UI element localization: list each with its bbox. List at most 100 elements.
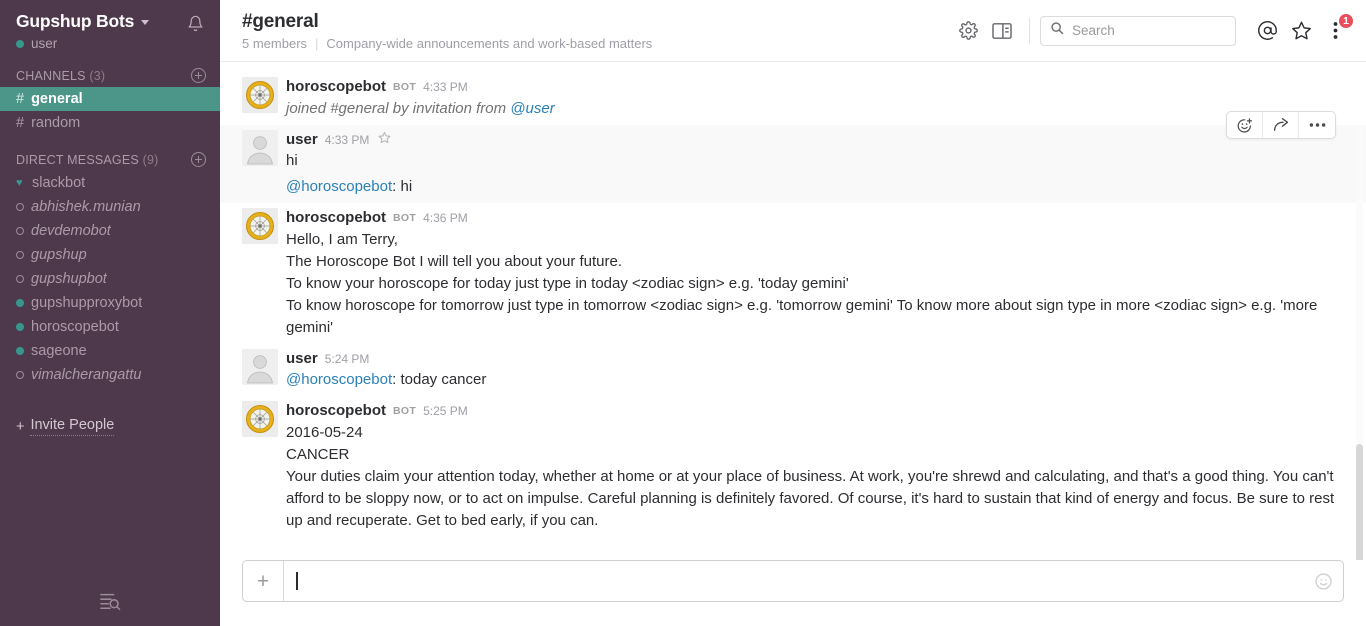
share-arrow-icon[interactable] <box>1263 112 1299 138</box>
echo-rest: : today cancer <box>392 371 487 388</box>
bot-mention[interactable]: @horoscopebot <box>286 178 392 195</box>
bot-mention[interactable]: @horoscopebot <box>286 371 392 388</box>
message-author[interactable]: user <box>286 349 318 368</box>
presence-dot-offline <box>16 275 24 283</box>
message-author[interactable]: user <box>286 130 318 149</box>
dm-section-header: DIRECT MESSAGES (9) <box>0 152 220 167</box>
channels-section-header: CHANNELS (3) <box>0 68 220 83</box>
channel-topbar: #general 5 members | Company-wide announ… <box>220 0 1366 62</box>
dm-item-horoscopebot[interactable]: horoscopebot <box>0 315 220 339</box>
message-author[interactable]: horoscopebot <box>286 401 386 420</box>
search-input[interactable] <box>1072 23 1226 38</box>
plus-icon[interactable]: + <box>243 561 284 601</box>
message-timestamp[interactable]: 4:36 PM <box>423 209 468 228</box>
message-composer[interactable]: + <box>242 560 1344 602</box>
add-reaction-icon[interactable] <box>1227 112 1263 138</box>
chevron-down-icon[interactable] <box>141 20 150 25</box>
topbar-actions: 1 <box>951 12 1354 48</box>
dm-item-gupshupbot[interactable]: gupshupbot <box>0 267 220 291</box>
search-icon <box>1050 21 1064 40</box>
add-dm-icon[interactable] <box>191 152 206 167</box>
message-header: horoscopebot BOT 4:33 PM <box>286 77 1336 98</box>
presence-dot-online <box>16 39 24 48</box>
message-scrollbar[interactable] <box>1356 128 1363 560</box>
dm-item-gupshupproxybot[interactable]: gupshupproxybot <box>0 291 220 315</box>
message-line: To know your horoscope for today just ty… <box>286 275 849 292</box>
message-body: horoscopebot BOT 4:36 PM Hello, I am Ter… <box>286 208 1336 339</box>
topbar-divider <box>1029 17 1030 44</box>
channels-count: (3) <box>89 68 106 83</box>
add-channel-icon[interactable] <box>191 68 206 83</box>
dm-item-slackbot[interactable]: ♥ slackbot <box>0 171 220 195</box>
more-horizontal-icon[interactable] <box>1299 112 1335 138</box>
horoscope-sign: CANCER <box>286 446 350 463</box>
invite-people-button[interactable]: + Invite People <box>0 417 220 436</box>
message-author[interactable]: horoscopebot <box>286 208 386 227</box>
workspace-current-user[interactable]: user <box>16 36 149 51</box>
workspace-name: Gupshup Bots <box>16 11 135 31</box>
join-prefix: joined #general by invitation from <box>286 100 511 117</box>
search-box[interactable] <box>1040 15 1236 46</box>
dm-label: abhishek.munian <box>31 199 141 215</box>
star-message-icon[interactable] <box>378 131 391 144</box>
dm-label: horoscopebot <box>31 319 119 335</box>
message-header: horoscopebot BOT 5:25 PM <box>286 401 1336 422</box>
main-panel: #general 5 members | Company-wide announ… <box>220 0 1366 626</box>
message-input[interactable] <box>284 561 1303 601</box>
message-timestamp[interactable]: 4:33 PM <box>423 78 468 97</box>
sidebar-item-general[interactable]: # general <box>0 87 220 111</box>
star-icon[interactable] <box>1284 14 1318 48</box>
dm-label: DIRECT MESSAGES <box>16 152 139 167</box>
page-title: #general <box>242 10 319 32</box>
at-mention-icon[interactable] <box>1250 14 1284 48</box>
horoscope-date: 2016-05-24 <box>286 424 363 441</box>
dm-item-sageone[interactable]: sageone <box>0 339 220 363</box>
file-search-icon[interactable] <box>91 584 129 618</box>
zodiac-wheel-avatar <box>242 77 278 113</box>
member-count[interactable]: 5 members <box>242 36 307 52</box>
notification-badge: 1 <box>1338 12 1354 29</box>
channel-purpose[interactable]: Company-wide announcements and work-base… <box>326 36 652 52</box>
dm-item-vimalcherangattu[interactable]: vimalcherangattu <box>0 363 220 387</box>
presence-dot-online <box>16 299 24 307</box>
sidebar-item-random[interactable]: # random <box>0 111 220 135</box>
message-item: horoscopebot BOT 4:33 PM joined #general… <box>220 72 1366 125</box>
channel-info: #general 5 members | Company-wide announ… <box>242 10 951 52</box>
message-line: To know horoscope for tomorrow just type… <box>286 297 1318 336</box>
horoscope-body: Your duties claim your attention today, … <box>286 468 1335 529</box>
dm-label: gupshupproxybot <box>31 295 143 311</box>
presence-dot-online <box>16 347 24 355</box>
message-timestamp[interactable]: 5:24 PM <box>325 350 370 369</box>
message-item: horoscopebot BOT 5:25 PM 2016-05-24 CANC… <box>220 396 1366 537</box>
message-author[interactable]: horoscopebot <box>286 77 386 96</box>
message-bot-echo: @horoscopebot: today cancer <box>286 369 1336 391</box>
message-line: The Horoscope Bot I will tell you about … <box>286 253 623 270</box>
dm-label: slackbot <box>32 175 86 191</box>
gear-icon[interactable] <box>951 14 985 48</box>
message-header: horoscopebot BOT 4:36 PM <box>286 208 1336 229</box>
message-timestamp[interactable]: 5:25 PM <box>423 402 468 421</box>
dm-label: gupshupbot <box>31 271 107 287</box>
plus-icon: + <box>16 418 25 435</box>
echo-rest: : hi <box>392 178 413 195</box>
message-body: horoscopebot BOT 4:33 PM joined #general… <box>286 77 1336 120</box>
emoji-smiley-icon[interactable] <box>1303 561 1343 601</box>
message-timestamp[interactable]: 4:33 PM <box>325 131 370 150</box>
dm-item-abhishek-munian[interactable]: abhishek.munian <box>0 195 220 219</box>
scrollbar-thumb[interactable] <box>1356 444 1363 560</box>
workspace-header[interactable]: Gupshup Bots user <box>0 0 220 51</box>
more-menu-wrapper[interactable]: 1 <box>1318 12 1354 48</box>
workspace-user-name: user <box>31 36 58 51</box>
presence-dot-online <box>16 323 24 331</box>
message-header: user 4:33 PM <box>286 130 1336 150</box>
default-user-avatar <box>242 130 278 166</box>
dm-item-devdemobot[interactable]: devdemobot <box>0 219 220 243</box>
workspace-title-row[interactable]: Gupshup Bots <box>16 11 150 31</box>
bell-icon[interactable] <box>184 12 206 34</box>
direct-messages-section: DIRECT MESSAGES (9) ♥ slackbot abhishek.… <box>0 152 220 387</box>
message-header: user 5:24 PM <box>286 349 1336 369</box>
user-mention[interactable]: @user <box>510 100 554 117</box>
message-line: Hello, I am Terry, <box>286 231 398 248</box>
dm-item-gupshup[interactable]: gupshup <box>0 243 220 267</box>
sidebar-panel-icon[interactable] <box>985 14 1019 48</box>
